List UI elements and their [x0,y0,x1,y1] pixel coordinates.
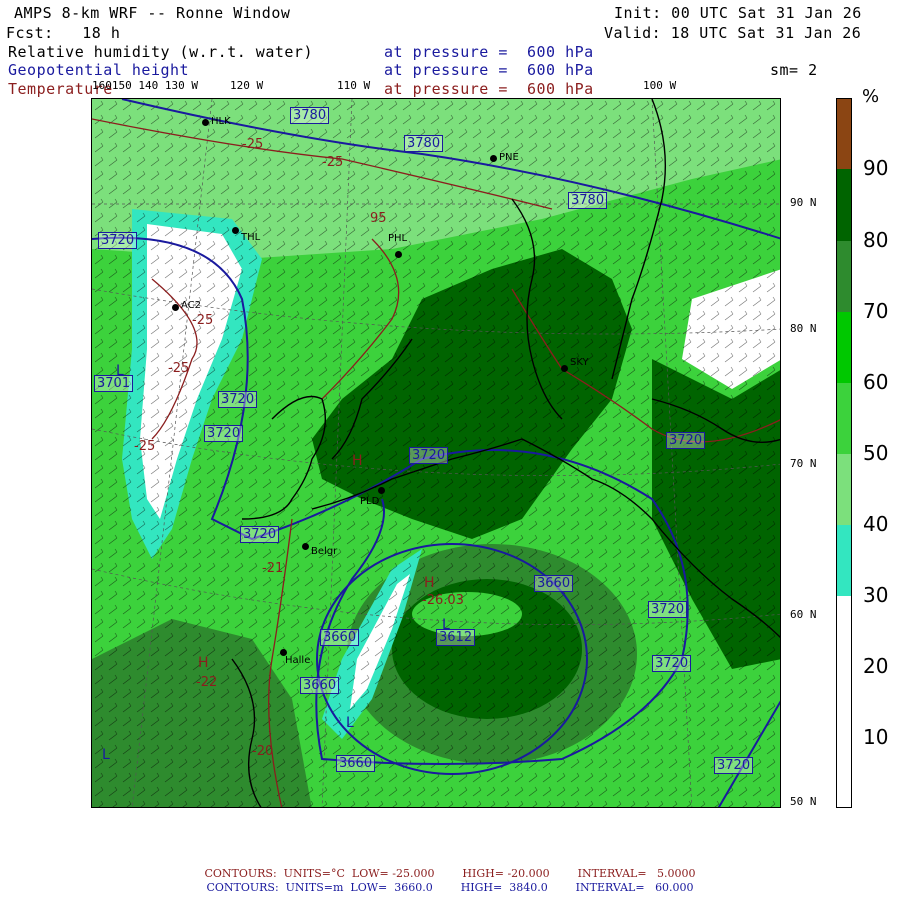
station-label: PNE [499,152,519,163]
temp-label: -21 [262,561,284,576]
colorbar-segment [837,169,851,241]
low-marker: L [102,747,110,763]
station-dot [302,543,309,550]
lon-label: 100 W [643,79,677,92]
station-label: SKY [570,357,589,368]
height-label: 3720 [666,432,706,449]
height-label: 3660 [300,677,340,694]
colorbar [836,98,852,808]
forecast-hour: Fcst: 18 h [6,24,121,42]
colorbar-segment [837,312,851,383]
height-label: 3720 [714,757,754,774]
smoothing-label: sm= 2 [770,61,818,79]
lat-label: 50 N [790,795,817,808]
colorbar-tick: 70 [863,299,889,323]
station-dot [378,487,385,494]
temp-label: 95 [370,211,387,226]
field-height-pressure: at pressure = 600 hPa [384,61,594,79]
height-contour-info: CONTOURS: UNITS=m LOW= 3660.0 HIGH= 3840… [206,881,694,894]
field-height-label: Geopotential height [8,61,190,79]
height-label: 3780 [568,192,608,209]
map-title: AMPS 8-km WRF -- Ronne Window [14,4,291,22]
lat-label: 60 N [790,608,817,621]
valid-time: Valid: 18 UTC Sat 31 Jan 26 [604,24,862,42]
colorbar-tick: 10 [863,725,889,749]
height-label: 3660 [336,755,376,772]
height-label: 3720 [409,447,449,464]
height-label: 3780 [404,135,444,152]
colorbar-segment [837,525,851,596]
height-label: 3720 [204,425,244,442]
height-label: 3660 [534,575,574,592]
station-dot [202,119,209,126]
station-label: AC2 [181,300,202,311]
map-panel: HLK PNE THL AC2 PHL SKY PLD Belgr Halle … [91,98,781,808]
lon-label: 160150 140 130 W [92,79,198,92]
station-label: HLK [211,116,231,127]
height-label: 3701 [94,375,134,392]
low-marker: L [346,715,354,731]
low-marker: L [116,363,124,379]
high-marker: H [198,655,209,671]
station-dot [172,304,179,311]
colorbar-tick: 30 [863,583,889,607]
high-marker: H [352,453,363,469]
colorbar-tick: 20 [863,654,889,678]
height-label: 3720 [218,391,258,408]
temp-label: -26.03 [422,593,464,608]
height-label: 3720 [98,232,138,249]
lat-label: 70 N [790,457,817,470]
field-rh-label: Relative humidity (w.r.t. water) [8,43,313,61]
init-time: Init: 00 UTC Sat 31 Jan 26 [614,4,862,22]
height-label: 3780 [290,107,330,124]
station-label: Halle [285,655,311,666]
colorbar-tick: 40 [863,512,889,536]
lat-label: 90 N [790,196,817,209]
station-dot [395,251,402,258]
station-label: PHL [388,233,408,244]
temp-contour-info: CONTOURS: UNITS=°C LOW= -25.000 HIGH= -2… [204,867,696,880]
lon-label: 120 W [230,79,264,92]
temp-label: -22 [196,675,218,690]
height-label: 3720 [240,526,280,543]
field-temp-pressure: at pressure = 600 hPa [384,80,594,98]
temp-label: -25 [192,313,214,328]
temp-label: -25 [242,137,264,152]
colorbar-tick: 80 [863,228,889,252]
temp-label: -25 [322,155,344,170]
station-label: THL [241,232,261,243]
high-marker: H [424,575,435,591]
height-label: 3660 [320,629,360,646]
colorbar-segment [837,596,851,807]
temp-label: -25 [134,439,156,454]
station-label: PLD [360,496,380,507]
height-label: 3720 [648,601,688,618]
colorbar-segment [837,241,851,312]
colorbar-tick: 60 [863,370,889,394]
colorbar-tick: 50 [863,441,889,465]
field-rh-pressure: at pressure = 600 hPa [384,43,594,61]
colorbar-tick: 90 [863,156,889,180]
colorbar-unit: % [862,86,880,107]
lon-label: 110 W [337,79,371,92]
temp-label: -25 [168,361,190,376]
station-dot [232,227,239,234]
colorbar-segment [837,454,851,525]
station-dot [490,155,497,162]
station-label: Belgr [311,546,338,557]
low-marker: L [442,617,450,633]
temp-label: -20 [252,744,274,759]
lat-label: 80 N [790,322,817,335]
height-label: 3720 [652,655,692,672]
colorbar-segment [837,383,851,454]
station-dot [561,365,568,372]
colorbar-segment [837,99,851,169]
